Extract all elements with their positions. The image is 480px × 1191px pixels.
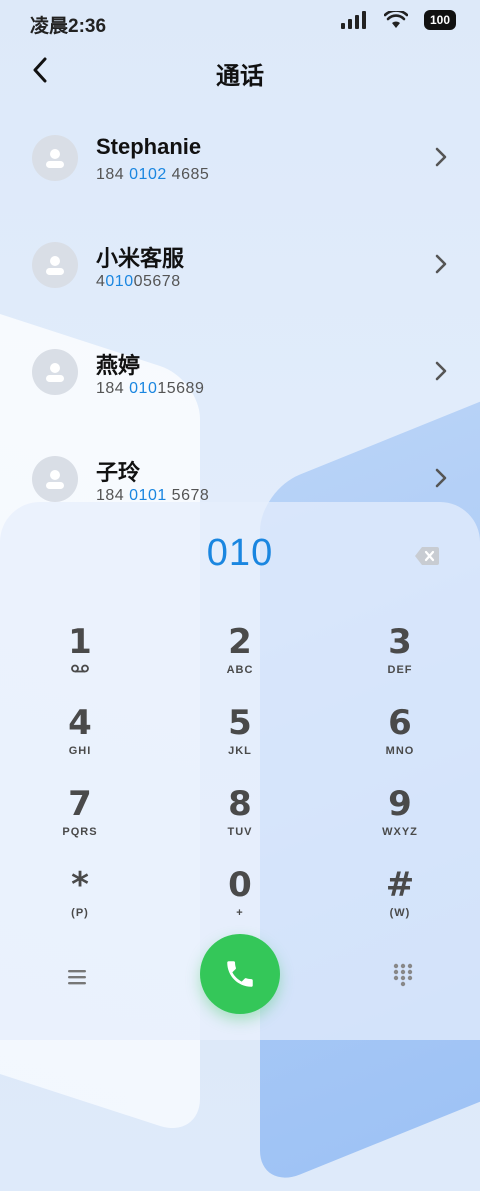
key-letters: JKL: [228, 745, 252, 757]
key-digit: 7: [68, 784, 92, 824]
contact-row[interactable]: 燕婷 184 01015689: [0, 318, 480, 425]
key-letters: GHI: [68, 745, 92, 757]
person-icon: [46, 363, 64, 382]
contact-number: 401005678: [96, 273, 181, 290]
key-letters: (W): [389, 907, 411, 919]
page-title: 通话: [216, 63, 264, 90]
contact-name: 燕婷: [96, 353, 141, 378]
key-letters: MNO: [385, 745, 415, 757]
key-9[interactable]: 9 WXYZ: [340, 784, 460, 862]
avatar: [32, 135, 78, 181]
chevron-right-icon: [435, 468, 447, 488]
contact-name: Stephanie: [96, 134, 202, 159]
key-digit: 9: [388, 784, 412, 824]
avatar: [32, 242, 78, 288]
signal-icon: [340, 11, 366, 29]
person-icon: [46, 470, 64, 489]
contact-list: Stephanie 184 0102 4685 小米客服 401005678 燕…: [0, 104, 480, 532]
key-2[interactable]: 2 ABC: [180, 622, 300, 700]
key-digit: 2: [228, 622, 252, 662]
key-4[interactable]: 4 GHI: [20, 703, 140, 781]
key-letters: ABC: [226, 664, 254, 676]
voicemail-icon: [20, 664, 140, 676]
key-digit: 6: [388, 703, 412, 743]
key-3[interactable]: 3 DEF: [340, 622, 460, 700]
key-digit: 3: [388, 622, 412, 662]
phone-icon: [227, 961, 253, 987]
avatar: [32, 456, 78, 502]
key-1[interactable]: 1: [20, 622, 140, 700]
key-digit: 8: [228, 784, 252, 824]
contact-number: 184 0102 4685: [96, 166, 210, 183]
key-digit: 0: [228, 865, 252, 905]
key-digit: *: [71, 865, 89, 905]
key-6[interactable]: 6 MNO: [340, 703, 460, 781]
contact-name: 小米客服: [96, 246, 185, 271]
menu-icon[interactable]: [62, 962, 92, 992]
dialpad-icon[interactable]: [388, 960, 418, 990]
call-button[interactable]: [200, 934, 280, 1014]
contact-row[interactable]: 小米客服 401005678: [0, 211, 480, 318]
key-digit: 4: [68, 703, 92, 743]
backspace-icon[interactable]: [414, 545, 440, 567]
key-digit: #: [385, 865, 415, 905]
key-digit: 5: [228, 703, 252, 743]
person-icon: [46, 149, 64, 168]
chevron-right-icon: [435, 147, 447, 167]
key-letters: +: [236, 907, 244, 919]
chevron-right-icon: [435, 361, 447, 381]
header: 通话: [0, 44, 480, 98]
status-icons: 100: [340, 10, 456, 30]
contact-number: 184 01015689: [96, 380, 205, 397]
key-letters: DEF: [387, 664, 413, 676]
key-letters: WXYZ: [382, 826, 418, 838]
wifi-icon: [383, 11, 408, 28]
contact-name: 子玲: [96, 460, 141, 485]
key-digit: 1: [68, 622, 92, 662]
person-icon: [46, 256, 64, 275]
chevron-right-icon: [435, 254, 447, 274]
avatar: [32, 349, 78, 395]
contact-row[interactable]: Stephanie 184 0102 4685: [0, 104, 480, 211]
dial-input[interactable]: 010: [0, 532, 480, 575]
key-letters: PQRS: [62, 826, 98, 838]
status-time: 凌晨2:36: [30, 16, 107, 37]
bottom-bar: [0, 932, 480, 1022]
key-7[interactable]: 7 PQRS: [20, 784, 140, 862]
battery-indicator: 100: [423, 10, 456, 30]
status-bar: 凌晨2:36 100: [0, 0, 480, 44]
key-letters: TUV: [227, 826, 253, 838]
key-letters: (P): [71, 907, 89, 919]
key-8[interactable]: 8 TUV: [180, 784, 300, 862]
key-5[interactable]: 5 JKL: [180, 703, 300, 781]
